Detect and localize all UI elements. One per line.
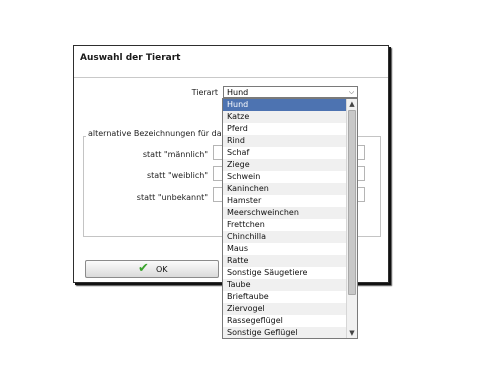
species-select[interactable]: Hund ⌵ <box>223 86 358 98</box>
scroll-up-icon[interactable]: ▲ <box>347 99 357 109</box>
dropdown-option[interactable]: Katze <box>223 111 346 123</box>
female-label: statt "weiblich" <box>146 171 208 180</box>
dropdown-option[interactable]: Maus <box>223 243 346 255</box>
dropdown-option[interactable]: Brieftaube <box>223 291 346 303</box>
dropdown-option[interactable]: Sonstige Säugetiere <box>223 267 346 279</box>
ok-button[interactable]: ✔ OK <box>85 260 219 278</box>
dropdown-option[interactable]: Rassegeflügel <box>223 315 346 327</box>
dropdown-option[interactable]: Hamster <box>223 195 346 207</box>
dropdown-option[interactable]: Chinchilla <box>223 231 346 243</box>
male-label: statt "männlich" <box>142 150 208 159</box>
species-dropdown-list[interactable]: Hund Katze Pferd Rind Schaf Ziege Schwein Kanin… <box>222 98 358 339</box>
dropdown-option[interactable]: Pferd <box>223 123 346 135</box>
ok-label: OK <box>156 265 168 274</box>
dropdown-option[interactable]: Schaf <box>223 147 346 159</box>
chevron-down-icon[interactable]: ⌵ <box>347 88 356 96</box>
dropdown-option[interactable]: Rind <box>223 135 346 147</box>
checkmark-icon: ✔ <box>138 261 149 276</box>
dropdown-option[interactable]: Ziege <box>223 159 346 171</box>
dropdown-option[interactable]: Frettchen <box>223 219 346 231</box>
dropdown-option[interactable]: Ziervogel <box>223 303 346 315</box>
scroll-down-icon[interactable]: ▼ <box>347 328 357 338</box>
unknown-label: statt "unbekannt" <box>136 193 208 202</box>
dropdown-option[interactable]: Meerschweinchen <box>223 207 346 219</box>
scrollbar[interactable]: ▲ ▼ <box>346 99 357 338</box>
dropdown-option[interactable]: Kaninchen <box>223 183 346 195</box>
dropdown-option[interactable]: Sonstige Geflügel <box>223 327 346 338</box>
scroll-thumb[interactable] <box>348 110 356 295</box>
title-divider <box>74 77 388 78</box>
dropdown-option[interactable]: Schwein <box>223 171 346 183</box>
female-field-end[interactable] <box>357 166 365 181</box>
species-select-value: Hund <box>227 88 249 97</box>
dropdown-option[interactable]: Ratte <box>223 255 346 267</box>
unknown-field-end[interactable] <box>357 187 365 202</box>
dropdown-option[interactable]: Taube <box>223 279 346 291</box>
species-label: Tierart <box>191 88 218 97</box>
male-field-end[interactable] <box>357 145 365 160</box>
dialog-title: Auswahl der Tierart <box>80 53 181 63</box>
dropdown-option[interactable]: Hund <box>223 99 346 111</box>
